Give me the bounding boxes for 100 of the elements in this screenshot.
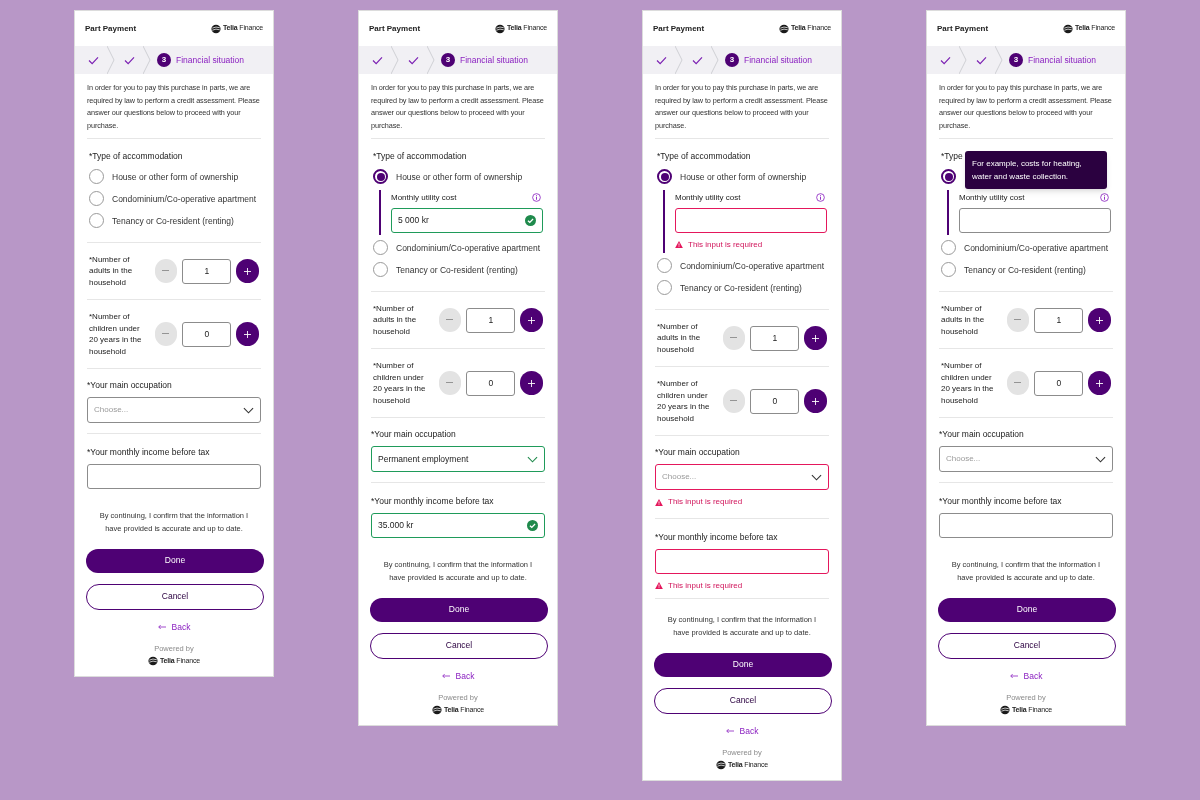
chevron-divider (143, 46, 151, 74)
option-label[interactable]: Condominium/Co-operative apartment (680, 258, 825, 273)
field-label: *Number of children under 20 years in the household (941, 360, 995, 407)
option-label[interactable]: Tenancy or Co-resident (renting) (396, 262, 518, 277)
number-field[interactable]: 1 (1034, 307, 1084, 333)
back-link[interactable]: Back (1009, 669, 1043, 683)
field-label: *Number of children under 20 years in the household (373, 360, 427, 407)
logo-icon (1063, 23, 1073, 34)
option-label[interactable]: Tenancy or Co-resident (renting) (964, 262, 1086, 277)
input-field[interactable] (87, 463, 261, 489)
check-icon (691, 55, 703, 65)
option-label[interactable]: Condominium/Co-operative apartment (396, 240, 541, 255)
field-label: *Number of children under 20 years in the household (657, 378, 711, 425)
field-label: Monthly utility cost (959, 191, 1025, 204)
arrow-left-icon (441, 673, 450, 680)
chevron-down-icon (527, 455, 538, 463)
plus-icon (812, 397, 820, 405)
info-icon[interactable] (1100, 193, 1109, 203)
plus-button[interactable] (804, 389, 827, 414)
done-button[interactable]: Done (654, 652, 832, 677)
input-field[interactable] (675, 207, 827, 233)
plus-button[interactable] (1088, 308, 1111, 332)
info-icon[interactable] (816, 193, 825, 203)
logo-icon (211, 23, 221, 34)
check-icon (371, 55, 383, 65)
minus-icon (162, 270, 170, 272)
field-label: *Your monthly income before tax (87, 446, 211, 459)
number-field[interactable]: 1 (182, 258, 232, 284)
number-field[interactable]: 0 (1034, 370, 1084, 396)
option-label[interactable]: House or other form of ownership (112, 169, 239, 184)
check-icon (975, 55, 987, 65)
field-label: *Your monthly income before tax (939, 495, 1063, 508)
input-field[interactable] (939, 512, 1113, 538)
radio-button[interactable] (657, 169, 672, 185)
plus-icon (812, 334, 820, 342)
header-title: Part Payment (937, 22, 989, 35)
minus-icon (1014, 382, 1022, 385)
done-button[interactable]: Done (938, 597, 1116, 622)
step-label: Financial situation (1028, 53, 1097, 67)
radio-button[interactable] (373, 169, 388, 185)
back-link[interactable]: Back (725, 724, 759, 738)
chevron-divider (427, 46, 435, 74)
option-label[interactable]: Tenancy or Co-resident (renting) (112, 213, 234, 228)
option-label[interactable]: House or other form of ownership (396, 169, 523, 184)
error-message: This input is required (668, 579, 743, 592)
done-button[interactable]: Done (86, 548, 264, 573)
option-label[interactable]: Tenancy or Co-resident (renting) (680, 280, 802, 295)
input-field[interactable]: 5 000 kr (391, 207, 543, 233)
number-field[interactable]: 1 (466, 307, 516, 333)
field-label: Monthly utility cost (391, 191, 457, 204)
plus-icon (244, 330, 252, 338)
plus-button[interactable] (804, 326, 827, 350)
field-label: *Your main occupation (939, 428, 1025, 441)
check-icon (407, 55, 419, 65)
check-icon (655, 55, 667, 65)
plus-button[interactable] (520, 371, 543, 396)
number-field[interactable]: 0 (750, 388, 800, 414)
chevron-divider (391, 46, 399, 74)
plus-button[interactable] (520, 308, 543, 332)
arrow-left-icon (725, 728, 734, 735)
number-field[interactable]: 0 (182, 321, 232, 347)
plus-button[interactable] (1088, 371, 1111, 396)
field-label: *Type of accommodation (89, 150, 184, 163)
field-label: *Type of accommodation (373, 150, 468, 163)
field-label: *Your monthly income before tax (371, 495, 495, 508)
plus-button[interactable] (236, 322, 259, 347)
done-button[interactable]: Done (370, 597, 548, 622)
plus-icon (1096, 316, 1104, 324)
field-label: *Your main occupation (371, 428, 457, 441)
step-number: 3 (725, 53, 739, 67)
input-field[interactable] (655, 548, 829, 574)
select-field[interactable]: Permanent employment (371, 446, 545, 472)
option-label[interactable]: Condominium/Co-operative apartment (112, 191, 257, 206)
logo-icon (1000, 705, 1010, 715)
field-label: *Your main occupation (655, 446, 741, 459)
plus-icon (528, 316, 536, 324)
step-label: Financial situation (176, 53, 245, 67)
step-number: 3 (1009, 53, 1023, 67)
minus-icon (162, 333, 170, 336)
back-link[interactable]: Back (157, 620, 191, 634)
logo-icon (779, 23, 789, 34)
check-icon (87, 55, 99, 65)
option-label[interactable]: Condominium/Co-operative apartment (964, 240, 1109, 255)
check-circle-icon (527, 519, 538, 531)
input-field[interactable]: 35.000 kr (371, 512, 545, 538)
warning-icon (655, 498, 663, 506)
number-field[interactable]: 1 (750, 325, 800, 351)
header-title: Part Payment (85, 22, 137, 35)
field-label: *Number of adults in the household (657, 320, 702, 356)
back-link[interactable]: Back (441, 669, 475, 683)
field-label: *Type of accommodation (657, 150, 752, 163)
input-field[interactable] (959, 207, 1111, 233)
header-title: Part Payment (369, 22, 421, 35)
number-field[interactable]: 0 (466, 370, 516, 396)
option-label[interactable]: House or other form of ownership (680, 169, 807, 184)
plus-button[interactable] (236, 259, 259, 283)
chevron-divider (711, 46, 719, 74)
error-message: This input is required (668, 496, 743, 508)
radio-button[interactable] (941, 169, 956, 185)
info-icon[interactable] (532, 193, 541, 203)
